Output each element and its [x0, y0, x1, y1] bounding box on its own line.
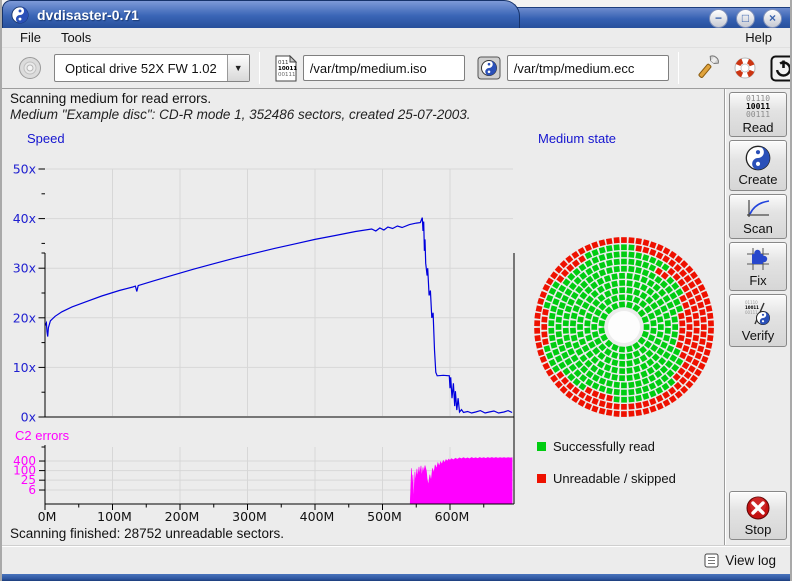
toolbar-separator [678, 52, 679, 84]
svg-text:200M: 200M [165, 509, 200, 524]
curve-chart-icon [745, 198, 771, 220]
svg-text:100M: 100M [97, 509, 132, 524]
create-button[interactable]: Create [729, 140, 787, 191]
svg-text:20x: 20x [13, 310, 36, 325]
svg-text:400M: 400M [300, 509, 335, 524]
svg-text:30x: 30x [13, 261, 36, 276]
legend-label-read: Successfully read [553, 439, 655, 454]
svg-text:10x: 10x [13, 360, 36, 375]
legend-label-unreadable: Unreadable / skipped [553, 471, 676, 486]
iso-path-field[interactable] [303, 55, 465, 81]
scan-button[interactable]: Scan [729, 194, 787, 239]
menu-tools[interactable]: Tools [53, 29, 99, 46]
titlebar: dvdisaster-0.71 − □ × [2, 0, 790, 28]
app-yinyang-icon [11, 6, 29, 24]
scan-result-text: Scanning finished: 28752 unreadable sect… [10, 526, 284, 541]
view-log-button[interactable]: View log [704, 553, 776, 568]
quit-power-icon[interactable] [770, 55, 792, 82]
svg-text:400: 400 [13, 454, 36, 468]
drive-selector[interactable]: Optical drive 52X FW 1.02 ▼ [54, 54, 250, 82]
footer-bar: View log [2, 545, 790, 574]
binary-yinyang-icon: 01110 10011 00111 [743, 299, 773, 327]
verify-button[interactable]: 01110 10011 00111 Verify [729, 294, 787, 347]
log-list-icon [704, 553, 719, 568]
toolbar-separator [259, 52, 260, 84]
main-content: Scanning medium for read errors. Medium … [2, 89, 724, 545]
minimize-button[interactable]: − [709, 9, 728, 28]
view-log-label: View log [725, 553, 776, 568]
toolbar: Optical drive 52X FW 1.02 ▼ 011 10011 00… [2, 48, 790, 89]
svg-text:50x: 50x [13, 162, 36, 177]
close-button[interactable]: × [763, 9, 782, 28]
ecc-path-field[interactable] [507, 55, 669, 81]
help-lifebuoy-icon[interactable] [732, 55, 758, 81]
svg-text:300M: 300M [232, 509, 267, 524]
svg-text:00111: 00111 [278, 72, 296, 78]
action-sidebar: 01110 10011 00111 Read Create [726, 89, 790, 545]
menu-file[interactable]: File [12, 29, 49, 46]
binary-lines-icon: 01110 10011 00111 [746, 95, 770, 119]
titlebar-tab: dvdisaster-0.71 [2, 0, 520, 28]
stop-button[interactable]: Stop [729, 491, 787, 540]
medium-state-disc [532, 235, 716, 419]
svg-text:0x: 0x [21, 410, 36, 425]
window-bottom-border [2, 574, 790, 581]
window-title: dvdisaster-0.71 [37, 7, 139, 23]
ecc-file-icon [477, 56, 501, 80]
read-button[interactable]: 01110 10011 00111 Read [729, 92, 787, 137]
cd-drive-icon [18, 56, 42, 80]
iso-file-icon: 011 10011 00111 [275, 55, 297, 82]
stop-x-icon [745, 495, 771, 521]
yin-yang-icon [745, 145, 771, 171]
drive-selector-value: Optical drive 52X FW 1.02 [55, 61, 227, 76]
menubar: File Tools Help [2, 28, 790, 48]
maximize-button[interactable]: □ [736, 9, 755, 28]
svg-text:0M: 0M [38, 509, 57, 524]
fix-button[interactable]: Fix [729, 242, 787, 291]
menu-help[interactable]: Help [737, 29, 780, 46]
red-swatch-icon [537, 474, 546, 483]
green-swatch-icon [537, 442, 546, 451]
svg-text:500M: 500M [367, 509, 402, 524]
preferences-wrench-icon[interactable] [694, 54, 720, 82]
legend-item-read: Successfully read [537, 439, 655, 454]
svg-text:00111: 00111 [745, 310, 758, 315]
chevron-down-icon[interactable]: ▼ [227, 55, 249, 81]
app-window: dvdisaster-0.71 − □ × File Tools Help Op… [0, 0, 792, 581]
legend-item-unreadable: Unreadable / skipped [537, 471, 676, 486]
svg-text:600M: 600M [435, 509, 470, 524]
svg-text:40x: 40x [13, 211, 36, 226]
puzzle-piece-icon [745, 246, 771, 272]
